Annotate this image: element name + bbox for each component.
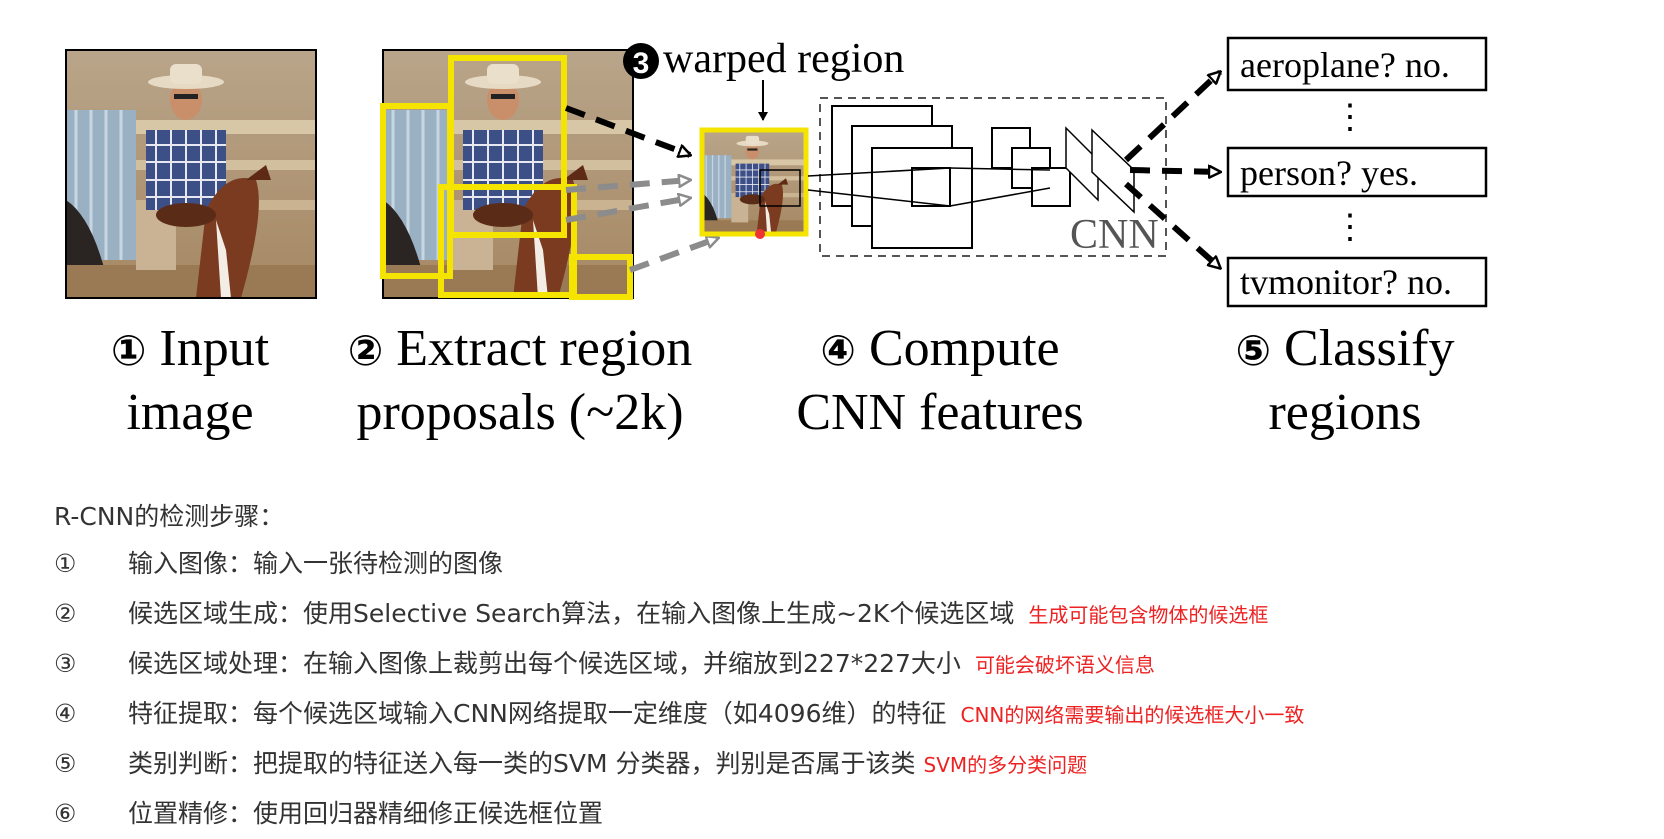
cnn-label: CNN bbox=[1070, 212, 1159, 258]
step-list: R-CNN的检测步骤： ① 输入图像：输入一张待检测的图像 ② 候选区域生成：使用S… bbox=[54, 495, 1614, 839]
caption-line: Input bbox=[159, 320, 270, 377]
step-note: CNN的网络需要输出的候选框大小一致 bbox=[960, 703, 1305, 727]
caption-num: ⑤ bbox=[1235, 326, 1272, 375]
caption-line: Classify bbox=[1284, 320, 1455, 377]
step-text: 输入图像：输入一张待检测的图像 bbox=[128, 549, 504, 578]
warped-label-text: warped region bbox=[663, 36, 904, 82]
step-row: ⑤ 类别判断：把提取的特征送入每一类的SVM 分类器，判别是否属于该类 SVM的多分… bbox=[54, 739, 1614, 789]
step-num: ⑤ bbox=[54, 749, 77, 778]
caption-classify: ⑤ Classify regions bbox=[1210, 318, 1480, 444]
caption-line: regions bbox=[1268, 384, 1422, 441]
output-boxes: aeroplane? no. ⋮ person? yes. ⋮ tvmonito… bbox=[1226, 36, 1488, 308]
caption-line: Extract region bbox=[396, 320, 693, 377]
caption-extract: ② Extract region proposals (~2k) bbox=[330, 318, 710, 444]
caption-line: proposals (~2k) bbox=[356, 384, 684, 441]
step-text: 类别判断：把提取的特征送入每一类的SVM 分类器，判别是否属于该类 bbox=[128, 749, 916, 778]
caption-line: Compute bbox=[868, 320, 1060, 377]
region-proposals-image bbox=[380, 48, 635, 300]
step-num: ③ bbox=[54, 649, 77, 678]
output-dots-2: ⋮ bbox=[1333, 209, 1367, 246]
cnn-block: CNN bbox=[759, 97, 1167, 258]
step-num: ④ bbox=[54, 699, 77, 728]
step-row: ③ 候选区域处理：在输入图像上裁剪出每个候选区域，并缩放到227*227大小 可能会… bbox=[54, 639, 1614, 689]
step-note: SVM的多分类问题 bbox=[923, 753, 1088, 777]
output-tvmonitor: tvmonitor? no. bbox=[1240, 262, 1452, 302]
step-text: 位置精修：使用回归器精细修正候选框位置 bbox=[128, 799, 604, 828]
step-note: 生成可能包含物体的候选框 bbox=[1028, 603, 1269, 627]
step-row: ① 输入图像：输入一张待检测的图像 bbox=[54, 539, 1614, 589]
caption-line: CNN features bbox=[796, 384, 1084, 441]
warped-label-num: 3 bbox=[633, 47, 650, 80]
steps-title: R-CNN的检测步骤： bbox=[54, 502, 285, 531]
step-row: ② 候选区域生成：使用Selective Search算法，在输入图像上生成~2K… bbox=[54, 589, 1614, 639]
caption-input: ① Input image bbox=[80, 318, 300, 444]
step-text: 特征提取：每个候选区域输入CNN网络提取一定维度（如4096维）的特征 bbox=[128, 699, 947, 728]
step-text: 候选区域生成：使用Selective Search算法，在输入图像上生成~2K个… bbox=[128, 599, 1015, 628]
warped-region-image bbox=[699, 127, 809, 239]
caption-compute: ④ Compute CNN features bbox=[770, 318, 1110, 444]
caption-num: ② bbox=[347, 326, 384, 375]
caption-line: image bbox=[126, 384, 254, 441]
cursor-dot bbox=[755, 229, 765, 239]
output-aeroplane: aeroplane? no. bbox=[1240, 45, 1450, 85]
step-row: ④ 特征提取：每个候选区域输入CNN网络提取一定维度（如4096维）的特征 CNN的… bbox=[54, 689, 1614, 739]
step-text: 候选区域处理：在输入图像上裁剪出每个候选区域，并缩放到227*227大小 bbox=[128, 649, 961, 678]
step-num: ② bbox=[54, 599, 77, 628]
output-person: person? yes. bbox=[1240, 153, 1418, 193]
caption-num: ④ bbox=[820, 326, 856, 375]
step-num: ⑥ bbox=[54, 799, 77, 828]
step-row: ⑥ 位置精修：使用回归器精细修正候选框位置 bbox=[54, 789, 1614, 839]
step-num: ① bbox=[54, 549, 77, 578]
input-image bbox=[64, 48, 318, 300]
output-dots-1: ⋮ bbox=[1333, 99, 1367, 136]
step-note: 可能会破坏语义信息 bbox=[974, 653, 1155, 677]
caption-num: ① bbox=[110, 326, 147, 375]
